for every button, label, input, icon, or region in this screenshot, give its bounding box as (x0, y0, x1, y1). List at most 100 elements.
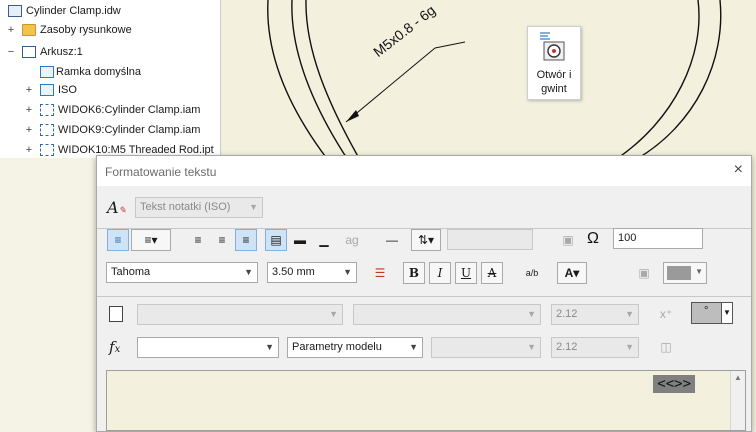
property-select: ▼ (353, 304, 541, 325)
chevron-down-icon: ▼ (695, 267, 703, 276)
symbol-value: ° (704, 305, 709, 317)
font-size-value: 3.50 mm (272, 266, 315, 278)
chevron-down-icon: ▼ (527, 342, 536, 352)
expand-toggle[interactable]: + (24, 121, 34, 139)
font-select[interactable]: Tahoma ▼ (106, 262, 258, 283)
dialog-titlebar[interactable]: Formatowanie tekstu × (97, 156, 751, 186)
collapse-toggle[interactable]: − (6, 43, 16, 61)
parameter-source-select[interactable]: Parametry modelu ▼ (287, 337, 423, 358)
view-icon (40, 104, 54, 116)
valign-top-icon: ▤ (270, 233, 282, 247)
chevron-down-icon: ▼ (343, 267, 352, 277)
format-text-dialog: Formatowanie tekstu × A✎ Tekst notatki (… (96, 155, 752, 432)
text-color-button[interactable]: ▼ (663, 262, 707, 284)
chevron-down-icon: ▼ (721, 303, 732, 323)
width-scale-input[interactable]: 100 (613, 228, 703, 249)
underline-label: U (460, 266, 472, 280)
chevron-down-icon: ▼ (625, 342, 634, 352)
underline-button[interactable]: U (455, 262, 477, 284)
tree-item-label: Cylinder Clamp.idw (26, 5, 121, 17)
width-scale-icon: Ω (587, 230, 599, 247)
numbered-list-icon: ≡▾ (144, 233, 158, 247)
chevron-down-icon: ▼ (329, 309, 338, 319)
case-icon: A▾ (564, 266, 580, 280)
align-center-button[interactable]: ≡ (211, 229, 233, 251)
expand-toggle[interactable]: + (24, 141, 34, 159)
parameter-select: ▼ (431, 337, 541, 358)
hole-thread-icon (540, 32, 565, 61)
frame-icon (40, 66, 54, 78)
model-browser: Cylinder Clamp.idw + Zasoby rysunkowe − … (0, 0, 221, 158)
expand-toggle[interactable]: + (24, 81, 34, 99)
view-icon (40, 144, 54, 156)
property-type-select: ▼ (137, 304, 343, 325)
chevron-down-icon: ▼ (527, 309, 536, 319)
numbered-list-button[interactable]: ≡▾ (131, 229, 171, 251)
symbol-button[interactable]: ° ▼ (691, 302, 733, 324)
valign-bottom-button[interactable]: ▁ (313, 229, 335, 251)
parameter-precision-select: 2.12 ▼ (551, 337, 639, 358)
align-right-button[interactable]: ≡ (235, 229, 257, 251)
command-label-line2: gwint (541, 83, 567, 95)
font-value: Tahoma (111, 266, 151, 278)
vertical-scrollbar[interactable]: ▲ (730, 371, 745, 430)
stack-button[interactable]: ☰ (369, 262, 391, 284)
align-right-icon: ≡ (242, 233, 250, 247)
tree-item-label: WIDOK9:Cylinder Clamp.iam (58, 124, 201, 136)
expand-toggle[interactable]: + (6, 21, 16, 39)
bullet-list-icon: ≡ (114, 233, 122, 247)
expand-toggle[interactable]: + (24, 101, 34, 119)
width-scale-value: 100 (618, 232, 637, 244)
align-left-icon: ≡ (194, 233, 202, 247)
background-fill-button: ▣ (633, 262, 655, 284)
fit-text-button: ▣ (557, 229, 579, 251)
fraction-button[interactable]: a/b (521, 262, 543, 284)
dialog-title: Formatowanie tekstu (105, 165, 217, 179)
italic-button[interactable]: I (429, 262, 451, 284)
line-spacing-button[interactable]: ⇅▾ (411, 229, 441, 251)
parameter-fx-icon: fx (109, 338, 121, 356)
drawing-file-icon (8, 5, 22, 17)
line-spacing-single-button[interactable]: — (381, 229, 403, 251)
valign-middle-icon: ▬ (294, 233, 306, 247)
scroll-up-icon[interactable]: ▲ (734, 373, 742, 382)
hole-thread-command-card[interactable]: Otwór i gwint (527, 26, 581, 100)
tree-item-label: Arkusz:1 (40, 46, 83, 58)
valign-bottom-icon: ▁ (319, 233, 329, 247)
text-style-icon: A✎ (107, 198, 127, 217)
strikethrough-button[interactable]: A (481, 262, 503, 284)
bold-button[interactable]: B (403, 262, 425, 284)
fit-text-icon: ▣ (562, 233, 574, 247)
parameter-source-value: Parametry modelu (292, 341, 382, 353)
case-button[interactable]: A▾ (557, 262, 587, 284)
bullet-list-button[interactable]: ≡ (107, 229, 129, 251)
background-fill-icon: ▣ (638, 266, 650, 280)
strikethrough-label: A (487, 266, 497, 280)
chevron-down-icon: ▼ (625, 309, 634, 319)
text-edit-area[interactable]: <<>> ▲ (106, 370, 746, 431)
precision-value: 2.12 (556, 308, 578, 320)
chevron-down-icon: ▼ (244, 267, 253, 277)
valign-middle-button[interactable]: ▬ (289, 229, 311, 251)
view-icon (40, 124, 54, 136)
tree-item-label: WIDOK6:Cylinder Clamp.iam (58, 104, 201, 116)
drawing-geometry (267, 0, 722, 160)
align-left-button[interactable]: ≡ (187, 229, 209, 251)
chevron-down-icon: ▼ (249, 202, 258, 212)
close-icon[interactable]: × (734, 161, 743, 179)
valign-top-button[interactable]: ▤ (265, 229, 287, 251)
folder-icon (22, 24, 36, 36)
title-block-icon (40, 84, 54, 96)
text-style-value: Tekst notatki (ISO) (140, 201, 231, 213)
text-field-placeholder[interactable]: <<>> (653, 375, 695, 393)
precision-select: 2.12 ▼ (551, 304, 639, 325)
command-label-line1: Otwór i (536, 69, 572, 81)
text-style-select: Tekst notatki (ISO) ▼ (135, 197, 263, 218)
tree-item-label: ISO (58, 84, 77, 96)
line-spacing-icon: ⇅▾ (417, 233, 435, 247)
font-size-select[interactable]: 3.50 mm ▼ (267, 262, 357, 283)
baseline-icon: ag (345, 233, 359, 247)
divider (97, 296, 751, 297)
insert-parameter-icon: ◫ (660, 340, 672, 354)
component-select[interactable]: ▼ (137, 337, 279, 358)
